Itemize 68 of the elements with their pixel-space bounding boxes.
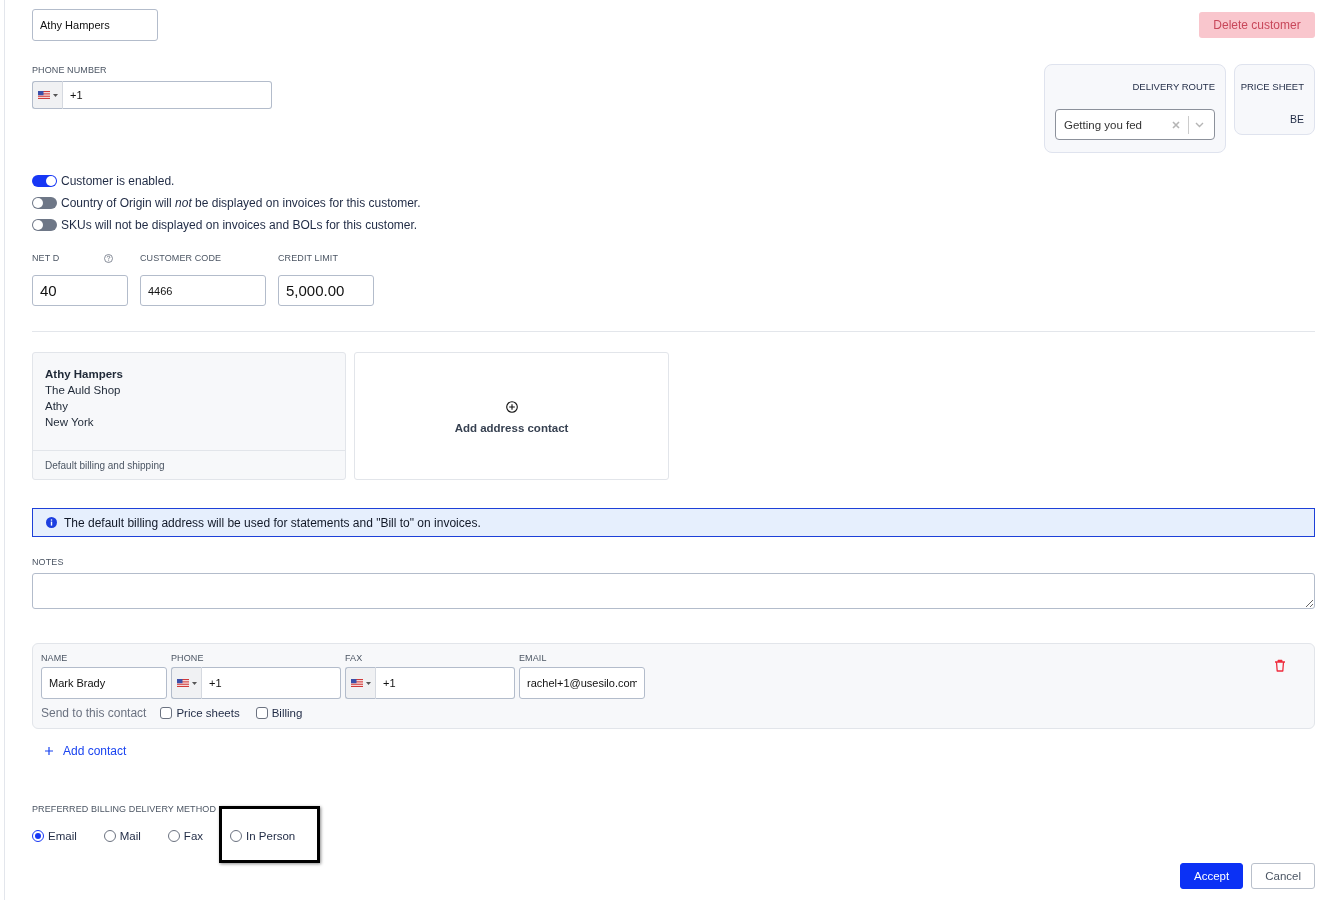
field-label: FAX bbox=[345, 653, 364, 663]
checkbox[interactable] bbox=[160, 707, 173, 719]
text-field[interactable]: 5,000.00 bbox=[278, 275, 374, 306]
address-line: New York bbox=[45, 415, 94, 430]
us-flag-icon bbox=[176, 679, 189, 687]
accept-button[interactable]: Accept bbox=[1180, 863, 1244, 889]
send-label: Send to this contact bbox=[41, 706, 147, 720]
country-select[interactable] bbox=[171, 667, 202, 699]
radio-label: Fax bbox=[183, 830, 204, 842]
toggle-switch[interactable] bbox=[32, 197, 57, 209]
radio-label: Email bbox=[48, 830, 77, 842]
field-label: PREFERRED BILLING DELIVERY METHOD bbox=[32, 804, 217, 815]
info-text: The default billing address will be used for statements and "Bill to" on invoices. bbox=[64, 515, 481, 530]
card-label: PRICE SHEET bbox=[1240, 81, 1304, 92]
address-line: Athy bbox=[45, 399, 68, 414]
cancel-button[interactable]: Cancel bbox=[1251, 863, 1315, 889]
toggle-switch[interactable] bbox=[32, 175, 57, 187]
trash-icon bbox=[1274, 659, 1286, 672]
plus-circle-icon bbox=[505, 401, 518, 413]
radio-button[interactable] bbox=[103, 830, 116, 842]
checkbox[interactable] bbox=[255, 707, 268, 719]
caret-icon bbox=[365, 681, 371, 685]
field-label: PHONE bbox=[171, 653, 205, 663]
address-footer: Default billing and shipping bbox=[33, 450, 345, 479]
caret-icon bbox=[191, 681, 197, 685]
card-label: DELIVERY ROUTE bbox=[1132, 81, 1215, 92]
toggle-switch[interactable] bbox=[32, 219, 57, 231]
price-sheet-value: BE bbox=[1290, 113, 1304, 125]
checkbox-label: Billing bbox=[271, 707, 303, 719]
add-address-contact-button[interactable]: Add address contact bbox=[354, 352, 669, 480]
radio-button[interactable] bbox=[167, 830, 180, 842]
us-flag-icon bbox=[37, 91, 50, 99]
plus-icon bbox=[45, 747, 53, 755]
field-label: PHONE NUMBER bbox=[32, 65, 107, 76]
address-line: The Auld Shop bbox=[45, 383, 121, 398]
field-label: NET D bbox=[32, 253, 60, 264]
us-flag-icon bbox=[350, 679, 363, 687]
address-name: Athy Hampers bbox=[45, 367, 123, 382]
customer-name-field[interactable]: Athy Hampers bbox=[32, 9, 158, 41]
toggle-label: Customer is enabled. bbox=[61, 174, 175, 188]
phone-field[interactable]: +1 bbox=[63, 81, 272, 109]
radio-button[interactable] bbox=[32, 830, 44, 842]
field-label: NAME bbox=[41, 653, 69, 663]
radio-button[interactable] bbox=[230, 830, 243, 842]
field-label: EMAIL bbox=[519, 653, 548, 663]
field-label: CREDIT LIMIT bbox=[278, 253, 339, 264]
help-icon[interactable] bbox=[104, 254, 114, 263]
select-value: Getting you fed bbox=[1064, 118, 1143, 131]
country-select[interactable] bbox=[345, 667, 376, 699]
country-select[interactable] bbox=[32, 81, 63, 109]
checkbox-label: Price sheets bbox=[176, 707, 240, 719]
text-field[interactable]: 40 bbox=[32, 275, 128, 306]
address-card[interactable]: Athy Hampers The Auld Shop Athy New York Default billing and shipping bbox=[32, 352, 346, 480]
info-icon bbox=[46, 517, 57, 528]
name-field[interactable]: Mark Brady bbox=[41, 667, 167, 699]
add-contact-link[interactable]: Add contact bbox=[45, 744, 127, 758]
field-label: NOTES bbox=[32, 557, 65, 568]
phone-field[interactable]: +1 bbox=[202, 667, 341, 699]
field-label: CUSTOMER CODE bbox=[140, 253, 222, 264]
notes-field[interactable] bbox=[32, 573, 1315, 609]
text-field[interactable]: 4466 bbox=[140, 275, 266, 306]
radio-label: Mail bbox=[119, 830, 141, 842]
fax-field[interactable]: +1 bbox=[376, 667, 515, 699]
toggle-label: SKUs will not be displayed on invoices and BOLs for this customer. bbox=[61, 218, 418, 232]
caret-icon bbox=[52, 93, 58, 97]
delete-contact-button[interactable] bbox=[1274, 659, 1286, 672]
radio-label: In Person bbox=[246, 830, 296, 842]
toggle-label: Country of Origin will not be displayed on invoices for this customer. bbox=[61, 196, 421, 210]
